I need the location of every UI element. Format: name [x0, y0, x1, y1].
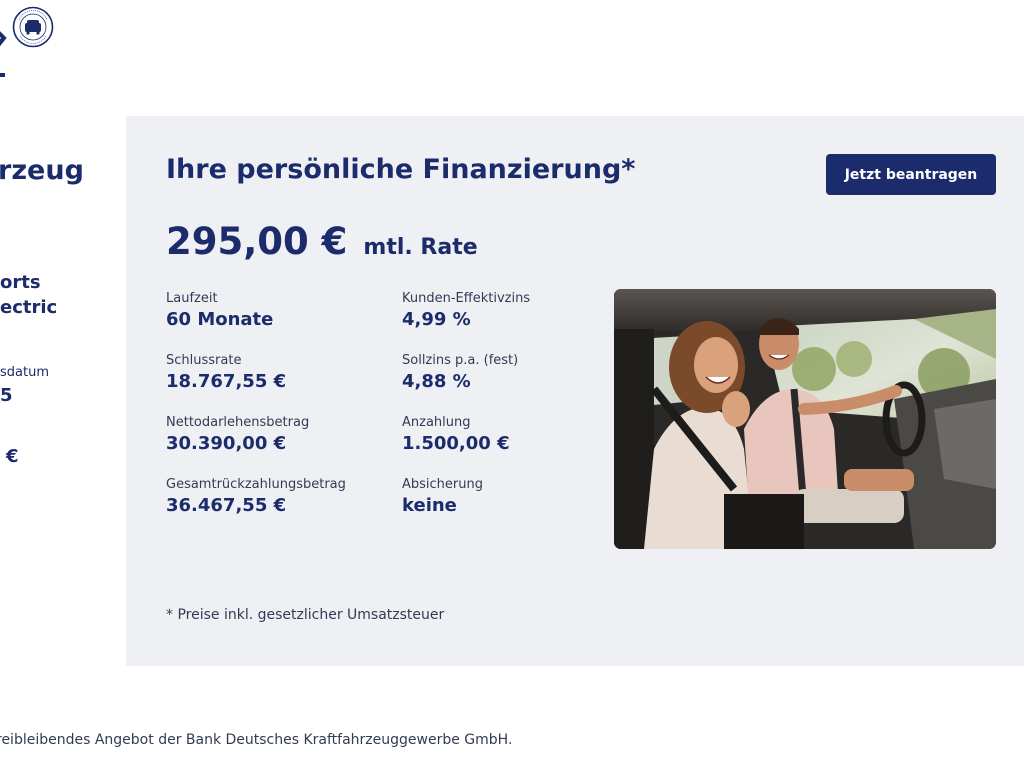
- vehicle-section-title: rzeug: [0, 155, 84, 186]
- detail-laufzeit: Laufzeit 60 Monate: [166, 291, 396, 330]
- detail-value: 4,88 %: [402, 371, 471, 392]
- detail-value: keine: [402, 495, 457, 516]
- registration-date-label: sdatum: [0, 365, 49, 380]
- vehicle-summary: rzeug orts ectric sdatum 5 €: [0, 0, 126, 768]
- monthly-rate-suffix: mtl. Rate: [363, 235, 478, 260]
- detail-sollzins: Sollzins p.a. (fest) 4,88 %: [402, 353, 632, 392]
- page: rzeug orts ectric sdatum 5 € Ihre persön…: [0, 0, 1024, 768]
- financing-panel: Ihre persönliche Finanzierung* Jetzt bea…: [126, 116, 1024, 666]
- apply-now-button[interactable]: Jetzt beantragen: [826, 154, 996, 195]
- detail-absicherung: Absicherung keine: [402, 477, 632, 516]
- detail-nettodarlehensbetrag: Nettodarlehensbetrag 30.390,00 €: [166, 415, 396, 454]
- monthly-rate-amount: 295,00 €: [166, 220, 348, 263]
- detail-label: Schlussrate: [166, 353, 242, 368]
- detail-label: Sollzins p.a. (fest): [402, 353, 519, 368]
- couple-in-car-photo: [614, 289, 996, 549]
- detail-schlussrate: Schlussrate 18.767,55 €: [166, 353, 396, 392]
- detail-value: 36.467,55 €: [166, 495, 287, 516]
- offer-disclaimer: reibleibendes Angebot der Bank Deutsches…: [0, 732, 513, 748]
- detail-label: Gesamtrückzahlungsbetrag: [166, 477, 346, 492]
- detail-label: Nettodarlehensbetrag: [166, 415, 310, 430]
- detail-value: 30.390,00 €: [166, 433, 287, 454]
- detail-label: Laufzeit: [166, 291, 218, 306]
- detail-effektivzins: Kunden-Effektivzins 4,99 %: [402, 291, 632, 330]
- detail-value: 18.767,55 €: [166, 371, 287, 392]
- detail-label: Kunden-Effektivzins: [402, 291, 531, 306]
- registration-date-value: 5: [0, 385, 13, 406]
- vehicle-model-line-1: orts: [0, 272, 41, 293]
- detail-label: Absicherung: [402, 477, 483, 492]
- detail-anzahlung: Anzahlung 1.500,00 €: [402, 415, 632, 454]
- detail-gesamtrueckzahlungsbetrag: Gesamtrückzahlungsbetrag 36.467,55 €: [166, 477, 396, 516]
- monthly-rate: 295,00 € mtl. Rate: [166, 220, 478, 263]
- detail-value: 1.500,00 €: [402, 433, 510, 454]
- vat-footnote: * Preise inkl. gesetzlicher Umsatzsteuer: [166, 607, 445, 623]
- vehicle-model-line-2: ectric: [0, 297, 58, 318]
- detail-value: 4,99 %: [402, 309, 471, 330]
- financing-title: Ihre persönliche Finanzierung*: [166, 154, 636, 185]
- vehicle-price-value: €: [6, 446, 19, 467]
- detail-value: 60 Monate: [166, 309, 274, 330]
- detail-label: Anzahlung: [402, 415, 471, 430]
